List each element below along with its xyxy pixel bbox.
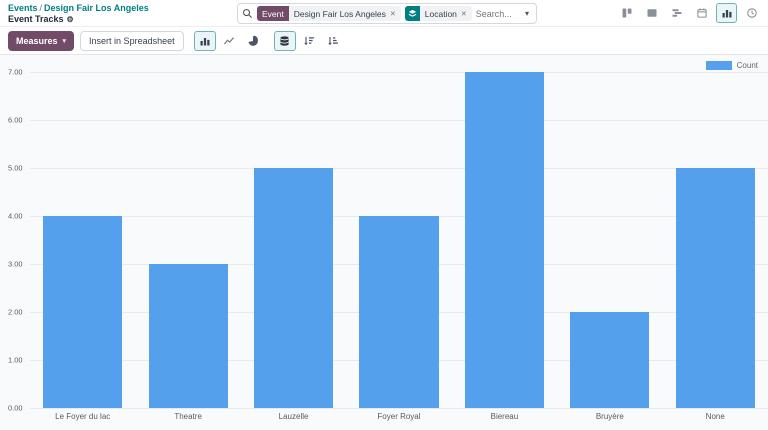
bar-slot bbox=[663, 72, 768, 408]
facet-event-value: Design Fair Los Angeles bbox=[293, 8, 386, 19]
measures-caret-icon: ▾ bbox=[62, 37, 67, 45]
bar-slot bbox=[241, 72, 346, 408]
breadcrumb-parent-link[interactable]: Events bbox=[8, 3, 38, 13]
y-axis-tick: 1.00 bbox=[8, 355, 23, 365]
x-axis-label: Le Foyer du lac bbox=[55, 412, 111, 421]
y-axis-tick: 3.00 bbox=[8, 259, 23, 269]
facet-event-remove-icon[interactable]: ✕ bbox=[390, 10, 396, 18]
bar-3[interactable] bbox=[254, 168, 334, 408]
search-facet-event: Event Design Fair Los Angeles ✕ bbox=[257, 6, 401, 21]
bars-layer bbox=[30, 72, 768, 408]
action-gear-icon[interactable]: ⚙ bbox=[67, 14, 74, 25]
bar-slot bbox=[135, 72, 240, 408]
breadcrumb-top: Events / Design Fair Los Angeles bbox=[8, 3, 149, 14]
page-title-row: Event Tracks ⚙ bbox=[8, 14, 149, 25]
bar-6[interactable] bbox=[570, 312, 650, 408]
x-axis-labels: Le Foyer du lac Theatre Lauzelle Foyer Roya… bbox=[30, 412, 768, 421]
breadcrumb-current-link[interactable]: Design Fair Los Angeles bbox=[44, 3, 149, 13]
sort-ascending-icon bbox=[327, 36, 338, 45]
chart-legend[interactable]: Count bbox=[705, 61, 758, 70]
breadcrumb: Events / Design Fair Los Angeles Event Tra… bbox=[8, 3, 149, 25]
legend-swatch bbox=[705, 61, 732, 70]
view-switcher bbox=[616, 3, 762, 23]
y-axis-tick: 5.00 bbox=[8, 163, 23, 173]
chart-type-group bbox=[193, 30, 264, 51]
y-axis-tick: 0.00 bbox=[8, 403, 23, 413]
y-axis-tick: 4.00 bbox=[8, 211, 23, 221]
plot-wrap: 7.00 6.00 5.00 4.00 3.00 2.00 1.00 0.00 bbox=[0, 68, 768, 413]
group-by-layers-icon bbox=[404, 6, 420, 21]
legend-label: Count bbox=[736, 61, 758, 70]
chart-options-group bbox=[273, 30, 344, 51]
x-axis-label: Lauzelle bbox=[278, 412, 309, 421]
facet-groupby-remove-icon[interactable]: ✕ bbox=[461, 10, 467, 18]
x-axis-label: Biereau bbox=[490, 412, 519, 421]
search-bar[interactable]: Event Design Fair Los Angeles ✕ Location… bbox=[237, 3, 537, 24]
insert-in-spreadsheet-button[interactable]: Insert in Spreadsheet bbox=[80, 30, 184, 51]
y-axis-tick: 7.00 bbox=[8, 67, 23, 77]
page-title: Event Tracks bbox=[8, 14, 64, 24]
search-icon bbox=[242, 8, 253, 19]
line-chart-mode-button[interactable] bbox=[218, 31, 240, 51]
view-activity-button[interactable] bbox=[741, 3, 762, 23]
sort-ascending-button[interactable] bbox=[322, 31, 344, 51]
x-axis-label: Theatre bbox=[174, 412, 202, 421]
view-calendar-button[interactable] bbox=[691, 3, 712, 23]
bar-1[interactable] bbox=[43, 216, 123, 408]
y-axis-tick: 2.00 bbox=[8, 307, 23, 317]
search-facet-groupby-location: Location ✕ bbox=[404, 6, 472, 21]
bar-slot bbox=[30, 72, 135, 408]
y-axis-tick: 6.00 bbox=[8, 115, 23, 125]
x-axis-label: Bruyère bbox=[595, 412, 624, 421]
line-chart-icon bbox=[223, 36, 234, 44]
graph-view: Count 7.00 6.00 5.00 4.00 3.00 2.00 1.00 0.00 L… bbox=[0, 55, 768, 429]
view-list-button[interactable] bbox=[641, 3, 662, 23]
bar-slot bbox=[557, 72, 662, 408]
grid-line bbox=[30, 408, 768, 409]
stacked-toggle-button[interactable] bbox=[273, 30, 296, 51]
stacked-icon bbox=[280, 35, 289, 46]
view-kanban-button[interactable] bbox=[616, 3, 637, 23]
pie-chart-mode-button[interactable] bbox=[242, 31, 264, 51]
top-header: Events / Design Fair Los Angeles Event Tra… bbox=[0, 0, 768, 27]
measures-button[interactable]: Measures ▾ bbox=[8, 30, 75, 51]
pie-chart-icon bbox=[248, 35, 258, 46]
facet-event-label: Event bbox=[257, 6, 289, 21]
bar-slot bbox=[452, 72, 557, 408]
graph-toolbar: Measures ▾ Insert in Spreadsheet bbox=[0, 27, 768, 55]
bar-chart-mode-button[interactable] bbox=[193, 30, 216, 51]
view-graph-button[interactable] bbox=[716, 3, 737, 23]
bar-4[interactable] bbox=[359, 216, 439, 408]
bar-5[interactable] bbox=[464, 72, 544, 408]
x-axis-label: None bbox=[705, 412, 725, 421]
x-axis-label: Foyer Royal bbox=[377, 412, 421, 421]
view-gantt-button[interactable] bbox=[666, 3, 687, 23]
bar-7[interactable] bbox=[675, 168, 755, 408]
plot bbox=[30, 72, 768, 409]
sort-descending-button[interactable] bbox=[298, 31, 320, 51]
bar-slot bbox=[346, 72, 451, 408]
bar-2[interactable] bbox=[148, 264, 228, 408]
search-input[interactable] bbox=[475, 8, 518, 19]
sort-descending-icon bbox=[303, 36, 314, 45]
facet-groupby-value: Location bbox=[424, 8, 457, 19]
search-options-caret-icon[interactable]: ▾ bbox=[522, 9, 532, 18]
bar-chart-icon bbox=[200, 37, 210, 45]
